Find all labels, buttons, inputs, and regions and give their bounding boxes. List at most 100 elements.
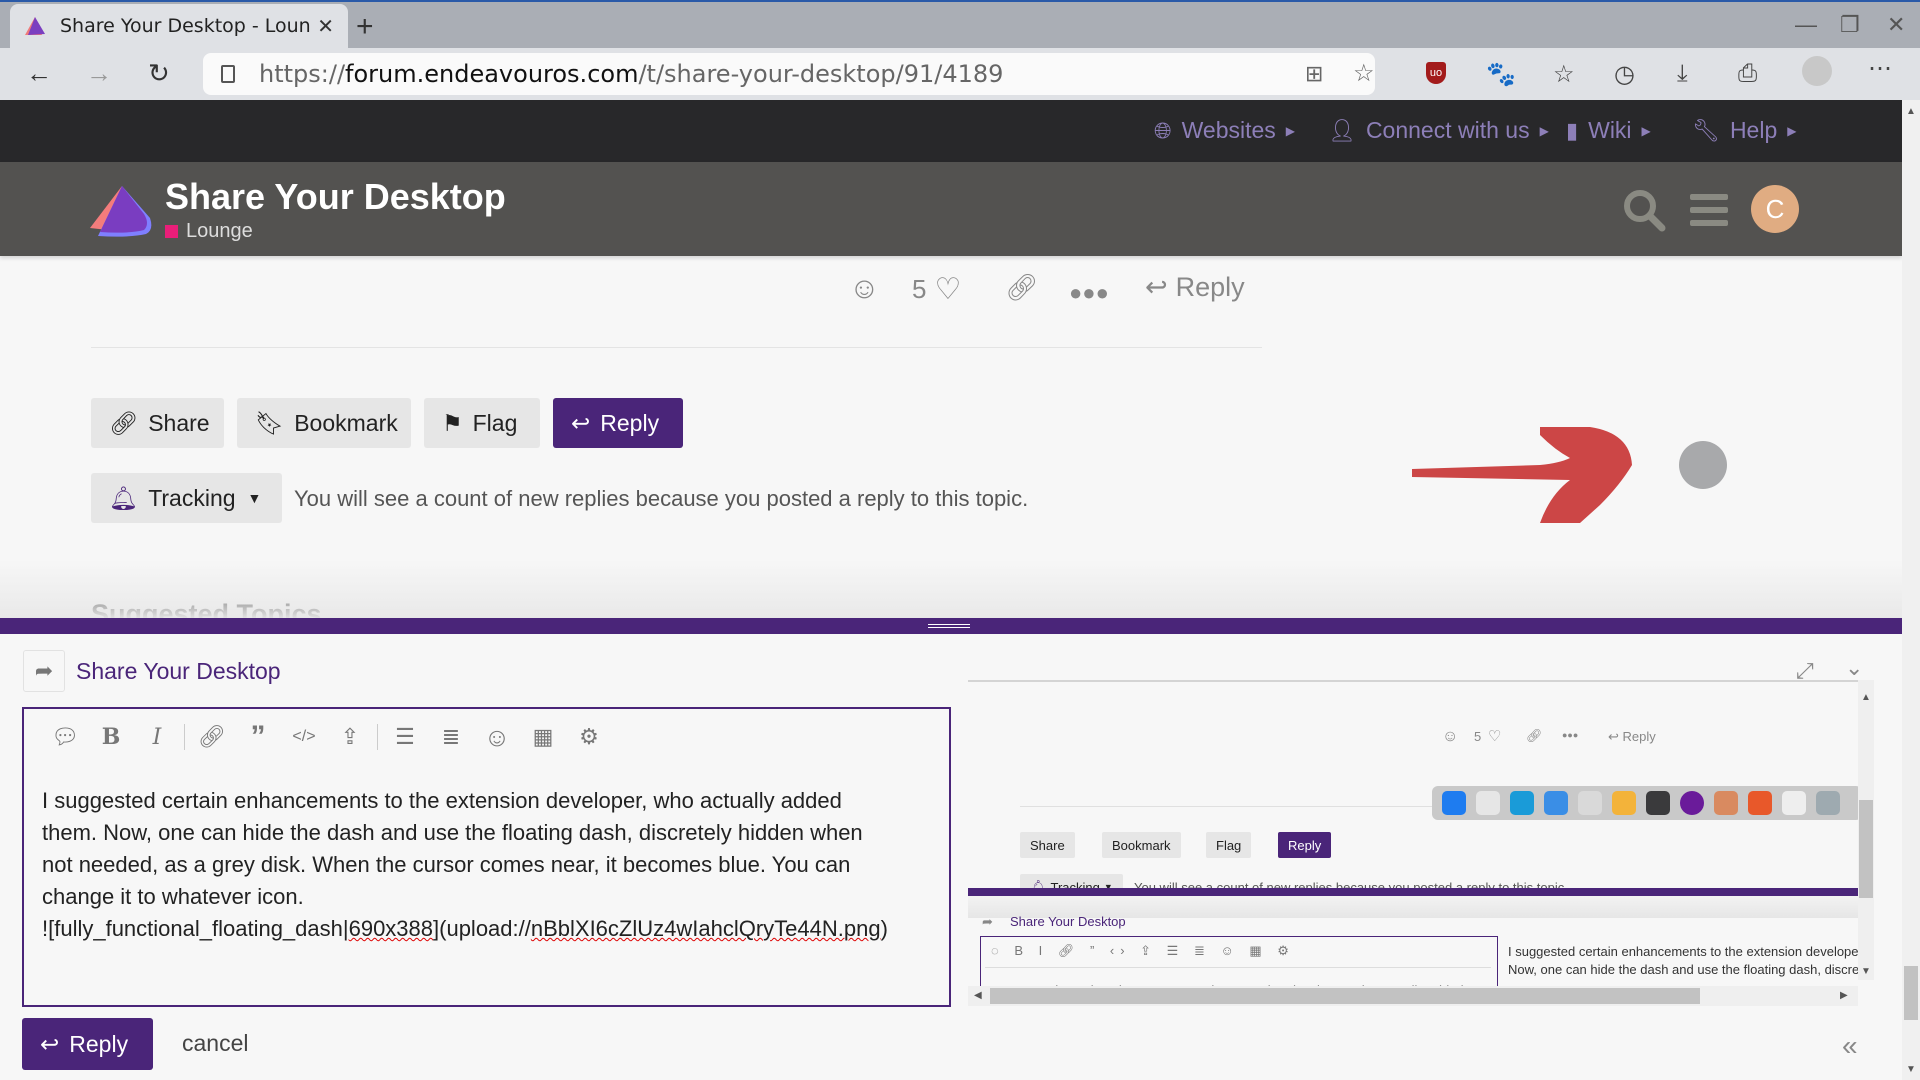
back-icon[interactable]: ← bbox=[26, 58, 52, 89]
scroll-thumb[interactable] bbox=[1904, 966, 1918, 1020]
numbered-list-icon[interactable]: ≣ bbox=[428, 717, 474, 757]
scroll-down-icon[interactable]: ▼ bbox=[1861, 966, 1871, 977]
ublock-shield-icon[interactable]: uo bbox=[1426, 62, 1446, 84]
history-icon[interactable]: ◷ bbox=[1614, 60, 1635, 89]
more-icon[interactable]: ⋯ bbox=[1868, 54, 1892, 83]
cancel-link[interactable]: cancel bbox=[182, 1030, 248, 1057]
page-scrollbar[interactable]: ▲ ▼ bbox=[1902, 100, 1920, 1080]
endeavouros-logo-icon[interactable] bbox=[88, 184, 154, 240]
search-icon[interactable] bbox=[1622, 188, 1666, 232]
tracking-dropdown[interactable]: 🔔︎ Tracking ▼ bbox=[91, 473, 282, 523]
bullet-list-icon[interactable]: ☰ bbox=[382, 717, 428, 757]
browser-nav-bar: ← → ↻ https://forum.endeavouros.com/t/sh… bbox=[0, 48, 1920, 100]
text-line: them. Now, one can hide the dash and use… bbox=[42, 820, 863, 845]
submit-reply-button[interactable]: ↩ Reply bbox=[22, 1018, 153, 1070]
reply-action-icon[interactable]: ➦ bbox=[23, 650, 65, 692]
scroll-thumb[interactable] bbox=[1859, 800, 1873, 898]
bell-icon: 🔔︎ bbox=[109, 484, 139, 511]
topic-reply-button[interactable]: ↩ Reply bbox=[553, 398, 683, 448]
post-reply-button[interactable]: ↩ Reply bbox=[1145, 272, 1245, 303]
preview-text-line-1: I suggested certain enhancements to the … bbox=[1508, 944, 1858, 959]
close-tab-icon[interactable]: ✕ bbox=[317, 14, 334, 39]
hamburger-menu-icon[interactable] bbox=[1690, 192, 1728, 228]
address-bar[interactable]: https://forum.endeavouros.com/t/share-yo… bbox=[203, 53, 1375, 95]
scroll-left-icon[interactable]: ◀ bbox=[974, 990, 982, 1001]
preview-grip-bar bbox=[968, 888, 1858, 896]
reply-arrow-icon: ↩ bbox=[40, 1030, 60, 1057]
apps-add-icon[interactable]: ⊞ bbox=[1305, 61, 1323, 87]
nav-connect[interactable]: 👤︎ Connect with us ▶ bbox=[1328, 117, 1549, 144]
preview-horizontal-scrollbar[interactable]: ◀ ▶ bbox=[968, 986, 1858, 1006]
caret-down-icon: ▼ bbox=[247, 490, 262, 506]
url-text: https://forum.endeavouros.com/t/share-yo… bbox=[259, 60, 1004, 88]
dock-genie-icon bbox=[1612, 791, 1636, 815]
copy-link-icon[interactable]: 🔗︎ bbox=[1005, 272, 1038, 303]
preview-toolbar-divider bbox=[985, 967, 1491, 968]
gear-icon[interactable]: ⚙ bbox=[566, 717, 612, 757]
preview-toolbar: ◌ B I 🔗︎ ” ‹› ⇪ ☰ ≣ ☺ ▦ ⚙ bbox=[991, 943, 1295, 958]
flag-button[interactable]: ⚑ Flag bbox=[424, 398, 540, 448]
browser-tab[interactable]: Share Your Desktop - Lounge ✕ bbox=[10, 4, 348, 48]
bookmark-button[interactable]: 🔖︎ Bookmark bbox=[237, 398, 411, 448]
preview-reply-icon: ➦ bbox=[982, 914, 993, 929]
composer-textarea[interactable]: I suggested certain enhancements to the … bbox=[42, 785, 932, 945]
scroll-down-icon[interactable]: ▼ bbox=[1906, 1064, 1916, 1075]
favorite-add-icon[interactable]: ☆ bbox=[1353, 59, 1375, 88]
restore-window-icon[interactable]: ❐ bbox=[1840, 12, 1860, 38]
reply-arrow-icon: ↩ bbox=[1608, 729, 1623, 744]
floating-dash-disk[interactable] bbox=[1679, 441, 1727, 489]
heart-icon: ♡ bbox=[934, 273, 962, 306]
favorites-icon[interactable]: ☆ bbox=[1553, 60, 1575, 89]
user-avatar[interactable]: C bbox=[1751, 185, 1799, 233]
composer-topic-link[interactable]: Share Your Desktop bbox=[76, 658, 281, 685]
dock-calculator-icon bbox=[1578, 791, 1602, 815]
caret-right-icon: ▶ bbox=[1539, 123, 1549, 138]
upload-icon[interactable]: ⇪ bbox=[327, 717, 373, 757]
code-icon[interactable]: </> bbox=[281, 717, 327, 757]
caret-right-icon: ▶ bbox=[1787, 123, 1797, 138]
category-badge[interactable]: Lounge bbox=[165, 220, 253, 243]
editor-toolbar: 💬︎ B I 🔗︎ ” </> ⇪ ☰ ≣ ☺ ▦ ⚙ bbox=[24, 709, 949, 765]
gnome-foot-icon[interactable]: 🐾 bbox=[1486, 60, 1516, 89]
reload-icon[interactable]: ↻ bbox=[148, 58, 170, 89]
bold-icon[interactable]: B bbox=[88, 717, 134, 757]
topic-title[interactable]: Share Your Desktop bbox=[165, 176, 506, 218]
site-header: Share Your Desktop Lounge C bbox=[0, 162, 1902, 256]
minimize-window-icon[interactable]: — bbox=[1795, 12, 1817, 38]
nav-websites[interactable]: 🌐︎ Websites ▶ bbox=[1154, 117, 1295, 144]
emoji-icon[interactable]: ☺ bbox=[474, 717, 520, 757]
forward-icon[interactable]: → bbox=[86, 58, 112, 89]
downloads-icon[interactable]: ⤓ bbox=[1677, 60, 1688, 88]
collapse-composer-icon[interactable]: ⌄ bbox=[1845, 655, 1863, 681]
link-icon[interactable]: 🔗︎ bbox=[189, 717, 235, 757]
more-actions-icon[interactable]: ●●● bbox=[1069, 280, 1109, 306]
scroll-up-icon[interactable]: ▲ bbox=[1906, 106, 1916, 117]
preview-reply-button: Reply bbox=[1278, 832, 1332, 858]
endeavouros-favicon-icon bbox=[25, 17, 45, 35]
italic-icon[interactable]: I bbox=[134, 717, 180, 757]
like-button[interactable]: 5 ♡ bbox=[912, 272, 961, 307]
share-button[interactable]: 🔗︎ Share bbox=[91, 398, 224, 448]
calendar-icon[interactable]: ▦ bbox=[520, 717, 566, 757]
dock-extensions-icon bbox=[1816, 791, 1840, 815]
toolbar-separator bbox=[184, 724, 185, 750]
hide-preview-icon[interactable]: « bbox=[1842, 1030, 1858, 1062]
dock-skype-icon bbox=[1476, 791, 1500, 815]
scroll-thumb[interactable] bbox=[990, 988, 1700, 1004]
nav-help[interactable]: 🔧︎ Help ▶ bbox=[1692, 117, 1796, 144]
new-tab-button[interactable]: + bbox=[356, 10, 374, 44]
nav-wiki[interactable]: ▮ Wiki ▶ bbox=[1566, 117, 1651, 144]
react-smiley-icon[interactable]: ☺ bbox=[849, 272, 880, 306]
quote-bubble-icon[interactable]: 💬︎ bbox=[42, 717, 88, 757]
composer-resize-grip[interactable] bbox=[0, 618, 1902, 634]
profile-icon[interactable] bbox=[1802, 56, 1832, 86]
tab-title: Share Your Desktop - Lounge bbox=[60, 15, 310, 37]
screenshot-icon[interactable]: ⎙ bbox=[1738, 60, 1757, 88]
scroll-up-icon[interactable]: ▲ bbox=[1861, 692, 1871, 703]
blockquote-icon[interactable]: ” bbox=[235, 717, 281, 757]
preview-vertical-scrollbar[interactable]: ▲ ▼ bbox=[1858, 680, 1874, 980]
scroll-right-icon[interactable]: ▶ bbox=[1840, 990, 1848, 1001]
close-window-icon[interactable]: ✕ bbox=[1887, 12, 1905, 38]
dock-edge-dev-icon bbox=[1510, 791, 1534, 815]
divider bbox=[91, 347, 1262, 348]
